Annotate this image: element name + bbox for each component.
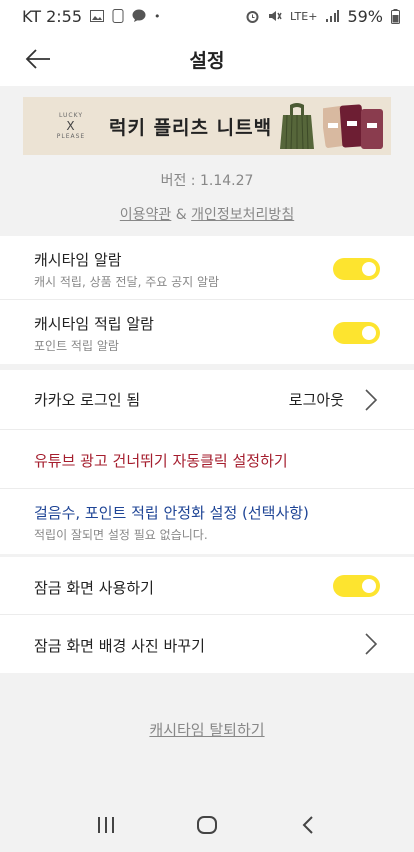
point-alarm-title: 캐시타임 적립 알람: [34, 315, 154, 333]
privacy-policy-link[interactable]: 개인정보처리방침: [191, 207, 294, 223]
back-nav-button[interactable]: [288, 805, 328, 845]
chevron-right-icon[interactable]: [364, 388, 378, 412]
logout-button[interactable]: 로그아웃: [289, 389, 344, 410]
gallery-icon: [90, 10, 105, 22]
network-icon: LTE+: [289, 9, 318, 23]
knit-bag-image: [280, 103, 314, 150]
notification-settings: 캐시타임 알람 캐시 적립, 상품 전달, 주요 공지 알람 캐시타임 적립 알…: [0, 236, 414, 364]
chat-icon: [132, 9, 146, 23]
steps-setting-row[interactable]: 걸음수, 포인트 적립 안정화 설정 (선택사항) 적립이 잘되면 설정 필요 …: [0, 489, 414, 554]
chevron-left-icon: [302, 815, 314, 834]
recent-apps-button[interactable]: [86, 805, 126, 845]
brand-line-2: X: [66, 119, 76, 133]
info-area: LUCKY X PLEASE 럭키 플리츠 니트백 버전 : 1.14.27 이…: [0, 86, 414, 234]
toggle-knob: [362, 262, 376, 276]
youtube-setting-label[interactable]: 유튜브 광고 건너뛰기 자동클릭 설정하기: [34, 450, 288, 471]
version-text: 버전 : 1.14.27: [160, 173, 254, 189]
lockscreen-bg-row[interactable]: 잠금 화면 배경 사진 바꾸기: [0, 615, 414, 673]
status-left: KT 2:55 •: [22, 7, 161, 26]
lockscreen-toggle[interactable]: [333, 575, 380, 597]
login-status-label: 카카오 로그인 됨: [34, 391, 141, 409]
battery-icon: [391, 8, 400, 24]
brand-line-1: LUCKY: [58, 112, 83, 119]
mute-icon: [268, 9, 282, 23]
alarm-icon: [245, 9, 260, 24]
recent-apps-icon: [97, 816, 114, 833]
signal-icon: [325, 9, 340, 23]
brand-line-3: PLEASE: [56, 133, 86, 140]
account-settings: 카카오 로그인 됨 로그아웃 유튜브 광고 건너뛰기 자동클릭 설정하기 걸음수…: [0, 370, 414, 554]
cashtime-alarm-row: 캐시타임 알람 캐시 적립, 상품 전달, 주요 공지 알람: [0, 236, 414, 300]
dot-icon: •: [154, 9, 161, 23]
status-bar: KT 2:55 • LTE+ 59%: [0, 0, 414, 32]
point-alarm-row: 캐시타임 적립 알람 포인트 적립 알람: [0, 300, 414, 364]
system-nav-bar: [0, 797, 414, 852]
cashtime-alarm-toggle[interactable]: [333, 258, 380, 280]
toggle-knob: [362, 326, 376, 340]
brand-logo: LUCKY X PLEASE: [51, 105, 91, 147]
withdraw-link[interactable]: 캐시타임 탈퇴하기: [0, 719, 414, 740]
banner-text: 럭키 플리츠 니트백: [109, 117, 273, 139]
socks-image: [323, 104, 383, 149]
app-header: 설정: [0, 32, 414, 86]
steps-setting-subtitle: 적립이 잘되면 설정 필요 없습니다.: [34, 528, 208, 542]
terms-separator: &: [171, 207, 192, 223]
lockscreen-use-label: 잠금 화면 사용하기: [34, 579, 154, 597]
point-alarm-toggle[interactable]: [333, 322, 380, 344]
status-right: LTE+ 59%: [245, 7, 400, 26]
home-button[interactable]: [187, 805, 227, 845]
chevron-right-icon[interactable]: [364, 632, 378, 656]
steps-setting-title[interactable]: 걸음수, 포인트 적립 안정화 설정 (선택사항): [34, 502, 309, 523]
lockscreen-settings: 잠금 화면 사용하기 잠금 화면 배경 사진 바꾸기: [0, 557, 414, 673]
page-title: 설정: [189, 50, 225, 72]
terms-links: 이용약관 & 개인정보처리방침: [0, 204, 414, 224]
terms-of-service-link[interactable]: 이용약관: [120, 207, 172, 223]
cashtime-alarm-subtitle: 캐시 적립, 상품 전달, 주요 공지 알람: [34, 275, 220, 289]
home-icon: [196, 815, 217, 834]
battery-percent: 59%: [347, 6, 383, 26]
youtube-setting-row[interactable]: 유튜브 광고 건너뛰기 자동클릭 설정하기: [0, 430, 414, 489]
cashtime-alarm-title: 캐시타임 알람: [34, 251, 122, 269]
promo-banner[interactable]: LUCKY X PLEASE 럭키 플리츠 니트백: [23, 97, 391, 155]
lockscreen-bg-label[interactable]: 잠금 화면 배경 사진 바꾸기: [34, 635, 205, 656]
carrier-time: KT 2:55: [22, 6, 83, 26]
lockscreen-use-row: 잠금 화면 사용하기: [0, 557, 414, 615]
device-icon: [112, 9, 124, 23]
toggle-knob: [362, 579, 376, 593]
login-status-row: 카카오 로그인 됨 로그아웃: [0, 370, 414, 430]
point-alarm-subtitle: 포인트 적립 알람: [34, 339, 119, 353]
